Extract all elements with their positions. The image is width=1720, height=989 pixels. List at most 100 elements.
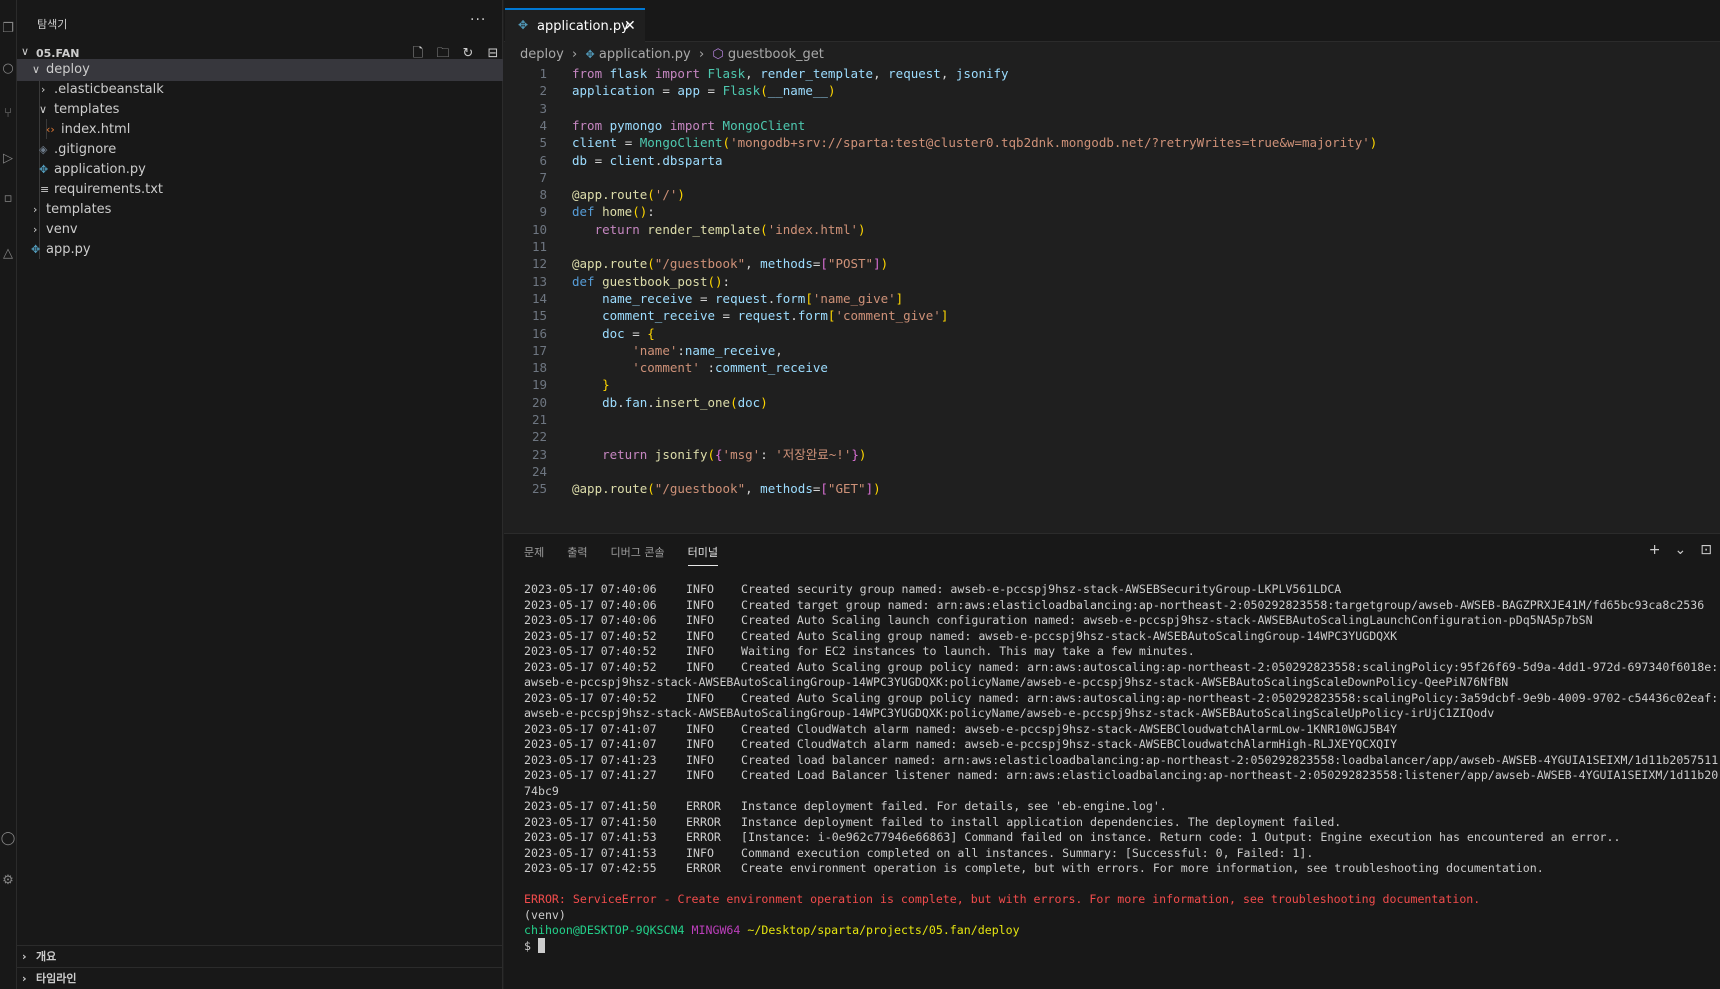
- remote-icon[interactable]: △: [0, 243, 16, 265]
- close-icon[interactable]: ✕: [624, 18, 636, 34]
- venv-indicator: (venv): [524, 907, 566, 922]
- maximize-panel-icon[interactable]: ⊡: [1700, 542, 1712, 558]
- tab-problems[interactable]: 문제: [524, 544, 544, 566]
- code-line[interactable]: 4 from pymongo import MongoClient: [504, 116, 1720, 135]
- add-terminal-icon[interactable]: +: [1649, 542, 1661, 558]
- html-file-icon: ‹›: [46, 123, 55, 136]
- code-line[interactable]: 21: [504, 410, 1720, 429]
- log-message: Instance deployment failed. For details,…: [741, 799, 1167, 813]
- code-line[interactable]: 18 'comment' :comment_receive: [504, 358, 1720, 377]
- code-line[interactable]: 22: [504, 427, 1720, 446]
- code-text: comment_receive = request.form['comment_…: [602, 308, 949, 324]
- code-text: from pymongo import MongoClient: [572, 117, 806, 133]
- log-line-continued: awseb-e-pccspj9hsz-stack-AWSEBAutoScalin…: [524, 706, 1495, 720]
- tree-item-venv[interactable]: › venv: [17, 219, 503, 241]
- panel-actions: + ⌄ ⊡: [1649, 542, 1712, 558]
- tree-item-app-py[interactable]: ✥ app.py: [17, 239, 503, 261]
- code-text: name_receive = request.form['name_give']: [602, 290, 904, 306]
- tab-terminal[interactable]: 터미널: [687, 544, 718, 566]
- code-line[interactable]: 12 @app.route("/guestbook", methods=["POS…: [504, 254, 1720, 273]
- code-line[interactable]: 1 from flask import Flask, render_templat…: [504, 64, 1720, 83]
- line-number: 14: [531, 290, 547, 306]
- log-message: Instance deployment failed to install ap…: [741, 814, 1342, 829]
- prompt-user: chihoon@DESKTOP-9QKSCN4: [524, 923, 685, 937]
- tree-item-elasticbeanstalk[interactable]: › .elasticbeanstalk: [17, 79, 503, 101]
- log-level: INFO: [686, 597, 714, 612]
- log-message: Created target group named: arn:aws:elas…: [741, 597, 1705, 612]
- code-line[interactable]: 2 application = app = Flask(__name__): [504, 81, 1720, 100]
- code-editor[interactable]: 1 from flask import Flask, render_templat…: [504, 64, 1720, 533]
- line-number: 11: [531, 239, 547, 254]
- log-timestamp: 2023-05-17 07:42:55: [524, 861, 657, 875]
- log-timestamp: 2023-05-17 07:41:23: [524, 752, 657, 767]
- tab-debug-console[interactable]: 디버그 콘솔: [611, 544, 665, 566]
- code-text: return render_template('index.html'): [594, 221, 866, 237]
- code-line[interactable]: 5 client = MongoClient('mongodb+srv://spa…: [504, 133, 1720, 152]
- tree-item-templates-nested[interactable]: ∨ templates: [17, 99, 503, 121]
- log-line-continued: 74bc9: [524, 783, 559, 798]
- code-line[interactable]: 8 @app.route('/'): [504, 185, 1720, 204]
- chevron-down-icon[interactable]: ⌄: [1675, 542, 1687, 558]
- source-control-icon[interactable]: ⑂: [0, 103, 16, 125]
- code-line[interactable]: 17 'name':name_receive,: [504, 341, 1720, 360]
- outline-section[interactable]: › 개요: [17, 945, 503, 967]
- explorer-sidebar: 탐색기 ··· ∨ 05.FAN 🗋 🗀 ↻ ⊟ ∨ deploy › .ela…: [17, 0, 503, 989]
- breadcrumb-item[interactable]: application.py: [599, 44, 691, 66]
- code-line[interactable]: 14 name_receive = request.form['name_giv…: [504, 289, 1720, 308]
- tab-application-py[interactable]: ✥ application.py ✕: [505, 8, 645, 42]
- code-line[interactable]: 6 db = client.dbsparta: [504, 151, 1720, 170]
- code-text: 'name':name_receive,: [632, 342, 783, 358]
- editor-area: ✥ application.py ✕ deploy › ✥ applicatio…: [504, 0, 1720, 533]
- more-actions-icon[interactable]: ···: [470, 12, 486, 28]
- code-line[interactable]: 13 def guestbook_post():: [504, 272, 1720, 291]
- code-line[interactable]: 20 db.fan.insert_one(doc): [504, 393, 1720, 412]
- line-number: 7: [539, 169, 547, 185]
- prompt-symbol: $: [524, 938, 538, 953]
- log-level: INFO: [686, 690, 714, 705]
- log-timestamp: 2023-05-17 07:40:06: [524, 613, 657, 627]
- line-number: 16: [531, 325, 547, 341]
- line-number: 20: [531, 394, 547, 410]
- tree-item-templates[interactable]: › templates: [17, 199, 503, 221]
- tree-item-index-html[interactable]: ‹› index.html: [17, 119, 503, 141]
- extensions-icon[interactable]: ▫: [0, 188, 16, 210]
- code-text: def home():: [572, 204, 655, 220]
- terminal-output[interactable]: 2023-05-17 07:40:06 INFO Created security …: [524, 581, 1720, 989]
- tree-item-application-py[interactable]: ✥ application.py: [17, 159, 503, 181]
- code-line[interactable]: 23 return jsonify({'msg': '저장완료~!'}): [504, 445, 1720, 464]
- editor-tab-bar: ✥ application.py ✕: [504, 0, 1720, 42]
- code-line[interactable]: 9 def home():: [504, 202, 1720, 221]
- code-line[interactable]: 15 comment_receive = request.form['comme…: [504, 306, 1720, 325]
- settings-gear-icon[interactable]: ⚙: [0, 870, 16, 892]
- code-line[interactable]: 24: [504, 462, 1720, 481]
- tree-item-gitignore[interactable]: ◈ .gitignore: [17, 139, 503, 161]
- log-message: Created Auto Scaling group named: awseb-…: [741, 628, 1398, 643]
- git-file-icon: ◈: [39, 143, 48, 156]
- log-timestamp: 2023-05-17 07:41:27: [524, 768, 657, 782]
- timeline-section[interactable]: › 타임라인: [17, 967, 503, 989]
- symbol-method-icon: ⬡: [712, 47, 724, 62]
- account-icon[interactable]: ◯: [0, 828, 16, 850]
- line-number: 1: [539, 66, 547, 81]
- tab-output[interactable]: 출력: [567, 544, 587, 566]
- terminal-input-line[interactable]: $: [524, 937, 545, 955]
- code-line[interactable]: 25 @app.route("/guestbook", methods=["GET…: [504, 479, 1720, 498]
- breadcrumb-item[interactable]: guestbook_get: [728, 44, 824, 66]
- code-line[interactable]: 11: [504, 237, 1720, 256]
- run-debug-icon[interactable]: ▷: [0, 148, 16, 170]
- code-line[interactable]: 16 doc = {: [504, 324, 1720, 343]
- line-number: 22: [531, 429, 547, 445]
- code-line[interactable]: 7: [504, 168, 1720, 187]
- tree-item-deploy[interactable]: ∨ deploy: [17, 59, 503, 81]
- code-line[interactable]: 3: [504, 99, 1720, 118]
- code-line[interactable]: 19 }: [504, 375, 1720, 394]
- tree-item-requirements-txt[interactable]: ≡ requirements.txt: [17, 179, 503, 201]
- search-icon[interactable]: ○: [0, 58, 16, 80]
- code-line[interactable]: 10 return render_template('index.html'): [504, 220, 1720, 239]
- explorer-icon[interactable]: ❐: [0, 18, 16, 40]
- log-line-continued: awseb-e-pccspj9hsz-stack-AWSEBAutoScalin…: [524, 675, 1509, 689]
- line-number: 6: [539, 152, 547, 168]
- breadcrumb-item[interactable]: deploy: [520, 44, 564, 66]
- log-timestamp: 2023-05-17 07:41:53: [524, 845, 657, 860]
- code-text: client = MongoClient('mongodb+srv://spar…: [572, 135, 1378, 151]
